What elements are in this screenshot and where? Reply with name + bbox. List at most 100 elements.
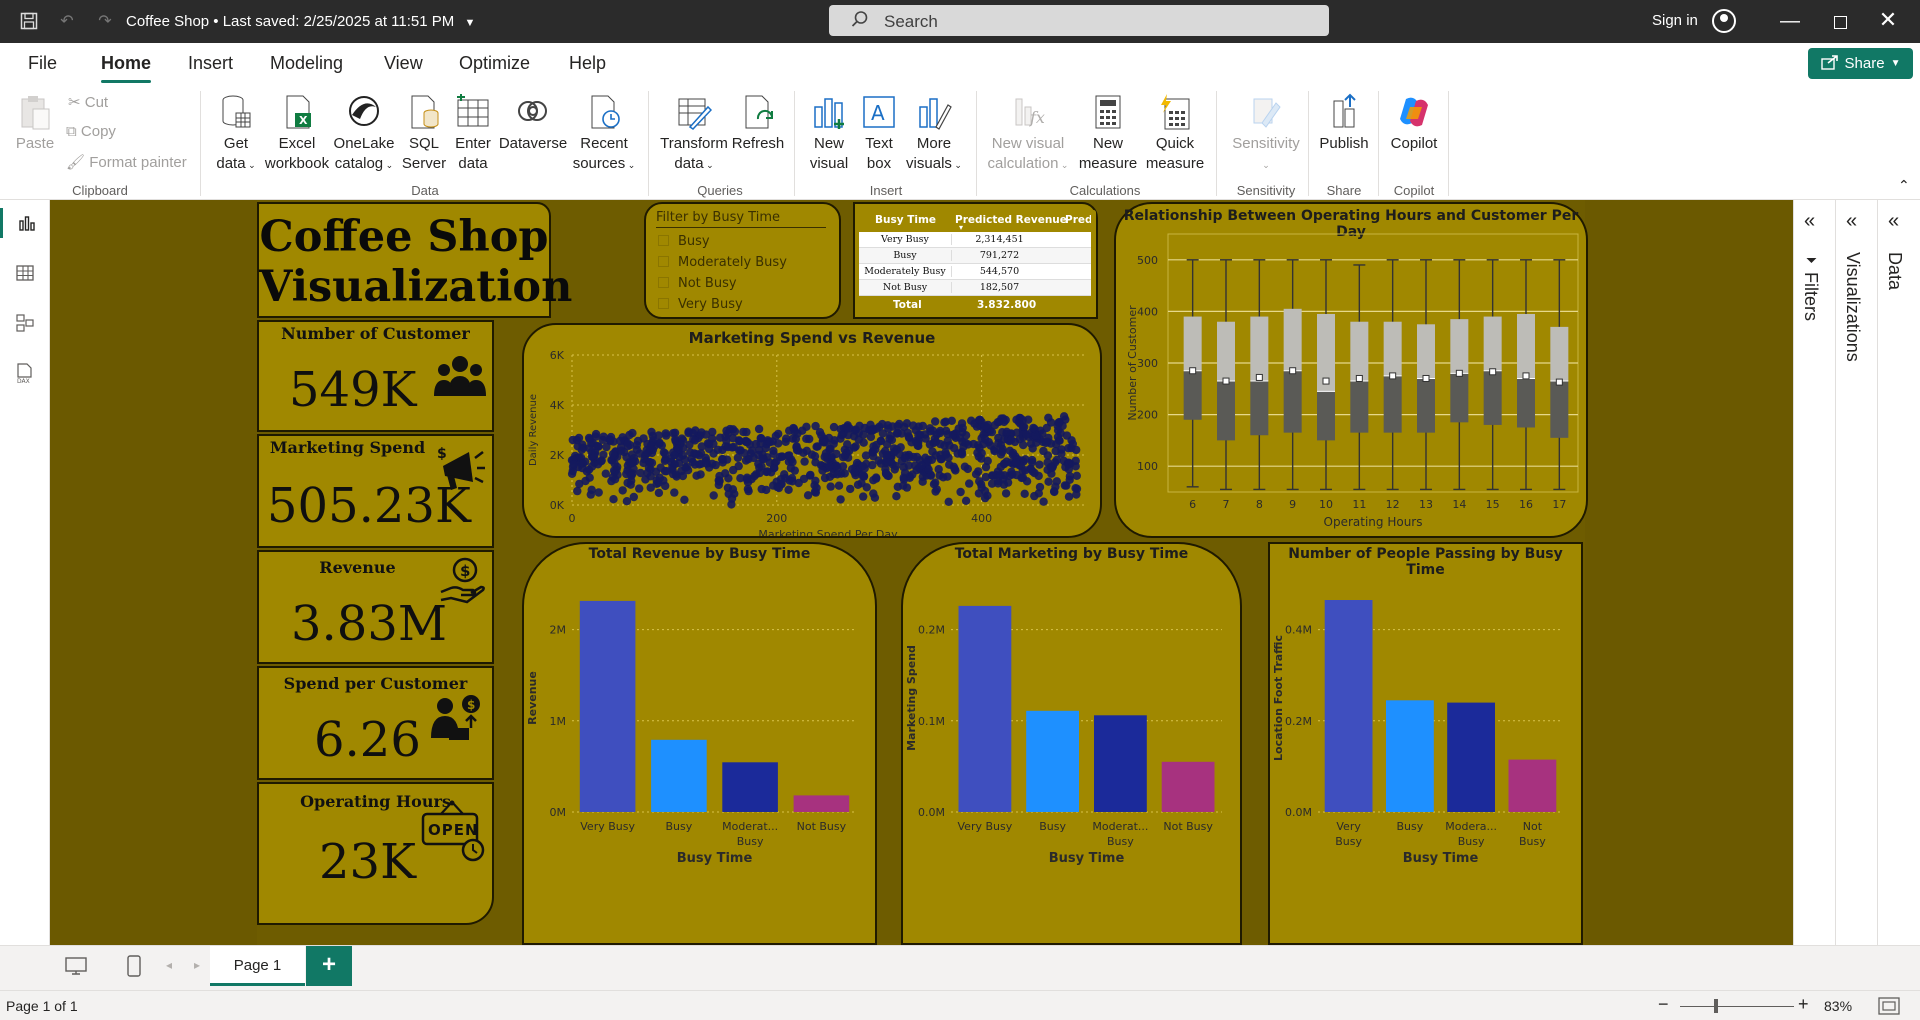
table-row[interactable]: Busy 791,272 bbox=[859, 248, 1091, 264]
document-title[interactable]: Coffee Shop • Last saved: 2/25/2025 at 1… bbox=[126, 13, 475, 30]
dax-query-view-button[interactable]: DAX bbox=[10, 358, 40, 388]
text-box-button[interactable]: A Text box bbox=[856, 93, 902, 174]
busy-time-slicer[interactable]: Filter by Busy Time Busy Moderately Busy N… bbox=[644, 202, 841, 319]
prev-page-icon[interactable]: ◂ bbox=[166, 958, 172, 972]
kpi-card-operating-hours[interactable]: Operating Hours 23K OPEN bbox=[257, 782, 494, 925]
undo-icon[interactable]: ↶ bbox=[56, 10, 78, 32]
cut-button[interactable]: ✂ Cut bbox=[68, 93, 108, 111]
sql-server-button[interactable]: SQL Server bbox=[398, 93, 450, 174]
redo-icon[interactable]: ↷ bbox=[94, 10, 116, 32]
scatter-chart-card[interactable]: Marketing Spend vs Revenue 0K 2K 4K 6K 0 200 4… bbox=[522, 323, 1102, 538]
get-data-button[interactable]: Get data ⌄ bbox=[210, 93, 262, 175]
slicer-option[interactable]: Moderately Busy bbox=[658, 255, 787, 270]
recent-sources-button[interactable]: Recent sources ⌄ bbox=[572, 93, 636, 175]
table-header-predicted-revenue[interactable]: Predicted Revenue bbox=[955, 214, 1067, 226]
checkbox[interactable] bbox=[658, 235, 669, 246]
tab-insert[interactable]: Insert bbox=[188, 53, 233, 74]
refresh-button[interactable]: Refresh bbox=[730, 93, 786, 154]
mobile-layout-icon[interactable] bbox=[126, 955, 142, 982]
table-row[interactable]: Very Busy 2,314,451 bbox=[859, 232, 1091, 248]
tab-home[interactable]: Home bbox=[101, 53, 152, 83]
tab-view[interactable]: View bbox=[384, 53, 423, 74]
collapse-ribbon-icon[interactable]: ⌃ bbox=[1898, 177, 1910, 194]
scatter-point bbox=[728, 425, 738, 434]
checkbox[interactable] bbox=[658, 256, 669, 267]
sensitivity-button[interactable]: Sensitivity ⌄ bbox=[1226, 93, 1306, 175]
paste-button[interactable]: Paste bbox=[14, 93, 56, 154]
desktop-layout-icon[interactable] bbox=[64, 956, 88, 981]
close-button[interactable]: ✕ bbox=[1868, 6, 1908, 34]
search-input[interactable]: Search bbox=[829, 5, 1329, 36]
excel-workbook-button[interactable]: X Excel workbook bbox=[262, 93, 332, 174]
enter-data-button[interactable]: Enter data bbox=[450, 93, 496, 174]
share-button[interactable]: Share ▼ bbox=[1808, 48, 1913, 79]
onelake-catalog-button[interactable]: OneLake catalog ⌄ bbox=[332, 93, 396, 175]
predicted-revenue-table[interactable]: Busy Time Predicted Revenue ▾ Predi Very… bbox=[853, 202, 1098, 319]
revenue-bar-chart-card[interactable]: Total Revenue by Busy Time 2M 1M 0M Very Bu… bbox=[522, 542, 877, 945]
sign-in-link[interactable]: Sign in bbox=[1652, 12, 1698, 29]
dataverse-button[interactable]: Dataverse bbox=[498, 93, 568, 154]
report-title-card[interactable]: Coffee Shop Visualization bbox=[257, 202, 572, 318]
tab-optimize[interactable]: Optimize bbox=[459, 53, 530, 74]
tab-modeling[interactable]: Modeling bbox=[270, 53, 343, 74]
table-header-busy-time[interactable]: Busy Time bbox=[875, 214, 936, 226]
minimize-icon-button[interactable]: — bbox=[1770, 8, 1810, 36]
publish-button[interactable]: Publish bbox=[1312, 93, 1376, 154]
expand-chevron-icon[interactable]: « bbox=[1804, 210, 1815, 233]
kpi-card-marketing[interactable]: Marketing Spend 505.23K $ bbox=[257, 434, 494, 548]
more-visuals-button[interactable]: More visuals ⌄ bbox=[904, 93, 964, 175]
checkbox[interactable] bbox=[658, 277, 669, 288]
vertical-scrollbar[interactable] bbox=[1091, 210, 1096, 300]
next-page-icon[interactable]: ▸ bbox=[194, 958, 200, 972]
kpi-card-spend-per-customer[interactable]: Spend per Customer 6.26 $ bbox=[257, 666, 494, 780]
transform-data-button[interactable]: Transform data ⌄ bbox=[656, 93, 732, 175]
add-page-button[interactable]: + bbox=[306, 946, 352, 986]
checkbox[interactable] bbox=[658, 298, 669, 309]
fit-to-page-icon[interactable] bbox=[1878, 997, 1900, 1018]
kpi-card-revenue[interactable]: Revenue 3.83M $ bbox=[257, 550, 494, 664]
user-avatar-icon[interactable] bbox=[1712, 9, 1736, 33]
foot-traffic-bar-chart-card[interactable]: Number of People Passing by Busy Time 0.… bbox=[1268, 542, 1583, 945]
horizontal-scrollbar[interactable] bbox=[865, 308, 1035, 313]
table-row[interactable]: Moderately Busy 544,570 bbox=[859, 264, 1091, 280]
filters-pane-collapsed[interactable]: « ⏷ Filters bbox=[1793, 200, 1833, 945]
page-tab-1[interactable]: Page 1 bbox=[210, 946, 305, 986]
tab-help[interactable]: Help bbox=[569, 53, 606, 74]
table-header-truncated[interactable]: Predi bbox=[1065, 214, 1091, 226]
table-view-button[interactable] bbox=[10, 258, 40, 288]
slicer-option[interactable]: Not Busy bbox=[658, 276, 737, 291]
zoom-slider[interactable] bbox=[1680, 1006, 1794, 1007]
slicer-option[interactable]: Very Busy bbox=[658, 297, 743, 312]
boxplot-chart-card[interactable]: Relationship Between Operating Hours and… bbox=[1114, 202, 1588, 538]
zoom-slider-thumb[interactable] bbox=[1714, 999, 1718, 1013]
save-icon[interactable] bbox=[18, 10, 40, 32]
zoom-out-button[interactable]: − bbox=[1658, 994, 1669, 1015]
quick-measure-button[interactable]: Quick measure bbox=[1142, 93, 1208, 174]
format-painter-button[interactable]: 🖌 Format painter bbox=[66, 153, 187, 171]
table-row[interactable]: Not Busy 182,507 bbox=[859, 280, 1091, 296]
get-data-label: Get bbox=[223, 135, 249, 152]
x-tick-label: Busy bbox=[1396, 820, 1423, 833]
visualizations-pane-collapsed[interactable]: « Visualizations bbox=[1835, 200, 1875, 945]
new-visual-calculation-button[interactable]: fx New visual calculation ⌄ bbox=[986, 93, 1070, 175]
box-lower bbox=[1350, 381, 1369, 433]
scatter-point bbox=[1052, 455, 1062, 465]
copilot-button[interactable]: Copilot bbox=[1382, 93, 1446, 154]
kpi-card-customers[interactable]: Number of Customer 549K bbox=[257, 320, 494, 432]
new-visual-button[interactable]: New visual bbox=[806, 93, 852, 174]
model-view-button[interactable] bbox=[10, 308, 40, 338]
marketing-bar-chart-card[interactable]: Total Marketing by Busy Time 0.2M 0.1M 0.0… bbox=[901, 542, 1242, 945]
expand-chevron-icon[interactable]: « bbox=[1846, 210, 1857, 233]
bar bbox=[1026, 710, 1079, 812]
report-view-button[interactable] bbox=[0, 208, 50, 238]
data-pane-collapsed[interactable]: « Data bbox=[1877, 200, 1917, 945]
copy-button[interactable]: ⧉ Copy bbox=[66, 123, 116, 140]
expand-chevron-icon[interactable]: « bbox=[1888, 210, 1899, 233]
new-measure-button[interactable]: New measure bbox=[1074, 93, 1142, 174]
chevron-down-icon[interactable]: ▼ bbox=[464, 17, 475, 29]
maximize-button[interactable] bbox=[1820, 10, 1860, 34]
slicer-option[interactable]: Busy bbox=[658, 234, 710, 249]
copilot-label: Copilot bbox=[1390, 135, 1438, 152]
zoom-in-button[interactable]: + bbox=[1798, 994, 1809, 1015]
tab-file[interactable]: File bbox=[28, 53, 57, 74]
